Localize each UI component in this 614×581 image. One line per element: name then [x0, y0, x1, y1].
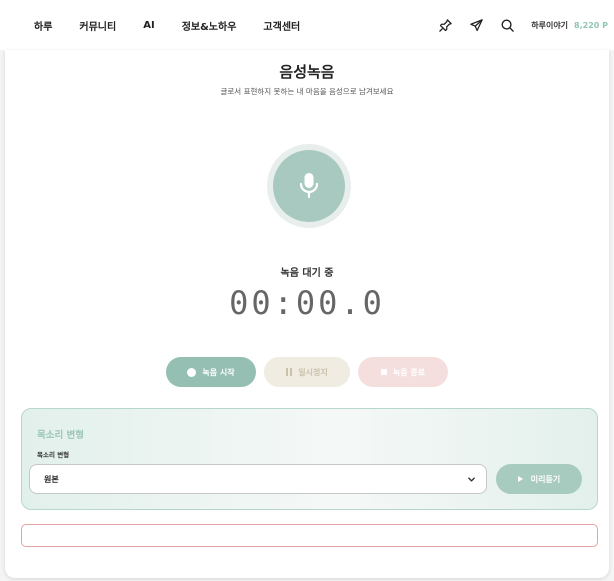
message-box — [21, 524, 598, 547]
nav-link-support[interactable]: 고객센터 — [263, 18, 300, 33]
nav-right: 하루이야기 8,220 P — [436, 0, 608, 50]
stop-recording-button[interactable]: 녹음 종료 — [358, 357, 448, 387]
microphone-icon — [299, 173, 319, 199]
user-name[interactable]: 하루이야기 — [531, 20, 568, 31]
search-icon[interactable] — [498, 16, 516, 34]
stop-icon — [380, 369, 387, 375]
chevron-down-icon — [468, 477, 475, 482]
nav-link-haru[interactable]: 하루 — [34, 18, 52, 33]
pin-icon[interactable] — [436, 16, 454, 34]
voice-change-label: 목소리 변형 — [37, 451, 70, 459]
pause-button[interactable]: 일시정지 — [264, 357, 350, 387]
voice-change-panel: 목소리 변형 목소리 변형 원본 미리듣기 — [21, 408, 598, 510]
nav-link-community[interactable]: 커뮤니티 — [79, 18, 116, 33]
record-dot-icon — [187, 367, 197, 377]
voice-change-select[interactable]: 원본 — [29, 464, 487, 494]
nav-link-info[interactable]: 정보&노하우 — [182, 18, 237, 33]
recording-timer: 00:00.0 — [229, 284, 385, 322]
recording-status: 녹음 대기 중 — [280, 268, 334, 279]
points-balance: 8,220 P — [574, 20, 608, 30]
mic-button[interactable] — [273, 150, 345, 222]
top-navigation: 하루 커뮤니티 AI 정보&노하우 고객센터 하루이야기 8,220 P — [0, 0, 614, 50]
start-recording-button[interactable]: 녹음 시작 — [166, 357, 256, 387]
voice-change-selected-value: 원본 — [44, 474, 59, 484]
recorder-card: 음성녹음 글로서 표현하지 못하는 내 마음을 음성으로 남겨보세요 녹음 대기… — [5, 50, 609, 578]
pause-label: 일시정지 — [298, 367, 328, 377]
voice-change-title: 목소리 변형 — [37, 430, 85, 441]
preview-label: 미리듣기 — [530, 474, 561, 484]
page-title: 음성녹음 — [279, 63, 335, 81]
stop-recording-label: 녹음 종료 — [392, 367, 426, 377]
send-icon[interactable] — [467, 16, 485, 34]
preview-button[interactable]: 미리듣기 — [496, 464, 582, 494]
play-icon — [517, 476, 523, 482]
nav-link-ai[interactable]: AI — [143, 20, 154, 31]
nav-links: 하루 커뮤니티 AI 정보&노하우 고객센터 — [34, 18, 327, 33]
start-recording-label: 녹음 시작 — [202, 367, 235, 377]
recording-controls: 녹음 시작 일시정지 녹음 종료 — [5, 357, 609, 387]
page-subtitle: 글로서 표현하지 못하는 내 마음을 음성으로 남겨보세요 — [220, 87, 394, 96]
mic-ring — [267, 144, 351, 228]
pause-icon — [286, 368, 293, 376]
